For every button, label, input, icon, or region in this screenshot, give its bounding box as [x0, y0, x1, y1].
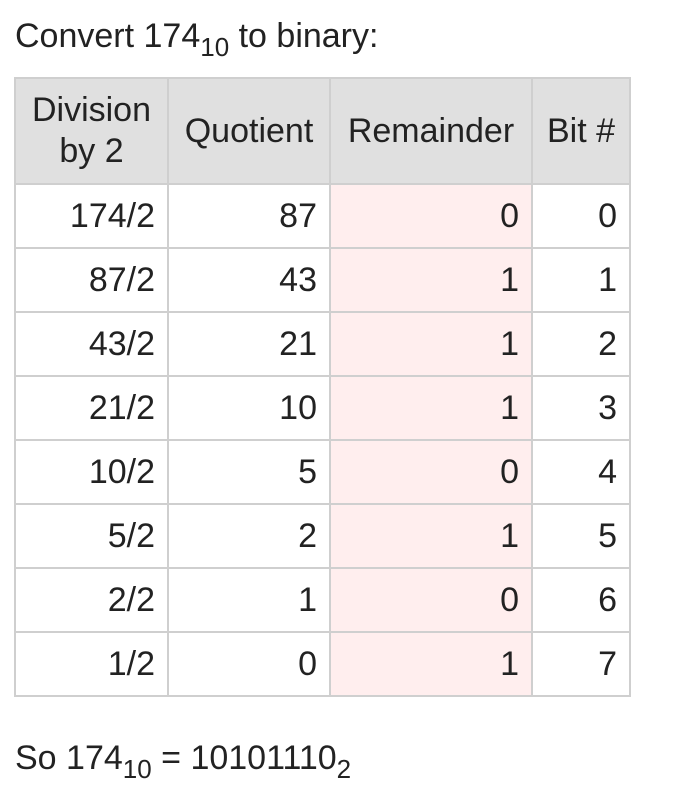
quotient-cell: 87 — [167, 183, 331, 249]
remainder-cell: 1 — [329, 247, 533, 313]
division-cell: 87/2 — [14, 247, 169, 313]
division-cell: 174/2 — [14, 183, 169, 249]
header-quotient: Quotient — [167, 77, 331, 185]
header-bit: Bit # — [531, 77, 631, 185]
table-row: 2/2 1 0 6 — [14, 567, 631, 633]
heading-base-subscript: 10 — [200, 32, 230, 62]
quotient-cell: 2 — [167, 503, 331, 569]
table-row: 87/2 43 1 1 — [14, 247, 631, 313]
header-division-line1: Division — [31, 91, 152, 129]
quotient-cell: 0 — [167, 631, 331, 697]
header-division-line2: by 2 — [59, 132, 124, 170]
table-row: 1/2 0 1 7 — [14, 631, 631, 697]
remainder-cell: 0 — [329, 439, 533, 505]
quotient-cell: 10 — [167, 375, 331, 441]
heading-suffix: to binary: — [229, 17, 379, 55]
bit-cell: 6 — [531, 567, 631, 633]
quotient-cell: 43 — [167, 247, 331, 313]
result-line: So 17410 = 101011102 — [15, 736, 351, 782]
result-prefix: So 174 — [15, 739, 123, 777]
remainder-cell: 1 — [329, 503, 533, 569]
bit-cell: 7 — [531, 631, 631, 697]
table-row: 5/2 2 1 5 — [14, 503, 631, 569]
division-cell: 10/2 — [14, 439, 169, 505]
quotient-cell: 1 — [167, 567, 331, 633]
problem-heading: Convert 17410 to binary: — [15, 14, 379, 60]
quotient-cell: 5 — [167, 439, 331, 505]
bit-cell: 0 — [531, 183, 631, 249]
table-row: 43/2 21 1 2 — [14, 311, 631, 377]
remainder-cell: 0 — [329, 567, 533, 633]
result-binary-value: 10101110 — [190, 739, 337, 777]
table-header-row: Division by 2 Quotient Remainder Bit # — [14, 77, 631, 185]
conversion-table: Division by 2 Quotient Remainder Bit # 17… — [14, 77, 631, 697]
header-division: Division by 2 — [14, 77, 169, 185]
remainder-cell: 1 — [329, 631, 533, 697]
table-row: 174/2 87 0 0 — [14, 183, 631, 249]
result-equals: = — [151, 739, 191, 777]
bit-cell: 5 — [531, 503, 631, 569]
remainder-cell: 1 — [329, 375, 533, 441]
bit-cell: 2 — [531, 311, 631, 377]
division-cell: 2/2 — [14, 567, 169, 633]
result-base-to-subscript: 2 — [336, 754, 352, 784]
division-cell: 21/2 — [14, 375, 169, 441]
bit-cell: 1 — [531, 247, 631, 313]
heading-prefix: Convert 174 — [15, 17, 201, 55]
result-base-from-subscript: 10 — [122, 754, 152, 784]
table-row: 10/2 5 0 4 — [14, 439, 631, 505]
division-cell: 1/2 — [14, 631, 169, 697]
page: Convert 17410 to binary: Division by 2 Qu… — [0, 0, 693, 809]
quotient-cell: 21 — [167, 311, 331, 377]
bit-cell: 3 — [531, 375, 631, 441]
division-cell: 5/2 — [14, 503, 169, 569]
remainder-cell: 0 — [329, 183, 533, 249]
bit-cell: 4 — [531, 439, 631, 505]
table-row: 21/2 10 1 3 — [14, 375, 631, 441]
remainder-cell: 1 — [329, 311, 533, 377]
header-remainder: Remainder — [329, 77, 533, 185]
division-cell: 43/2 — [14, 311, 169, 377]
